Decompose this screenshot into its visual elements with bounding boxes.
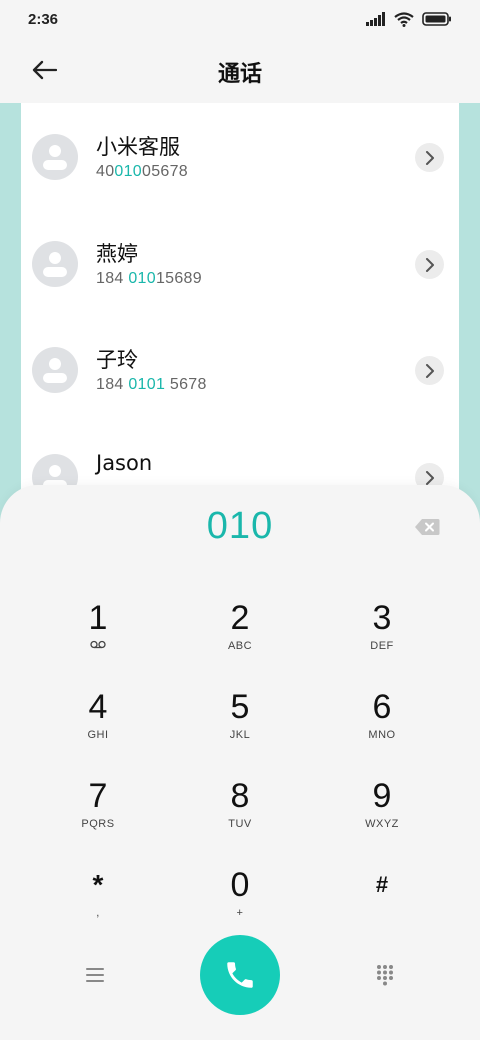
- status-icons: [366, 11, 452, 27]
- key-9[interactable]: 9 WXYZ: [322, 778, 442, 858]
- status-bar: 2:36: [0, 0, 480, 38]
- key-2[interactable]: 2 ABC: [180, 600, 300, 680]
- dialed-number: 010: [206, 505, 274, 547]
- chevron-right-icon: [425, 470, 434, 485]
- key-6[interactable]: 6 MNO: [322, 689, 442, 769]
- contact-name: 子玲: [96, 348, 138, 372]
- contact-row[interactable]: 子玲 184 0101 5678: [21, 316, 459, 423]
- contact-number: 4001005678: [96, 163, 189, 180]
- signal-icon: [366, 12, 385, 26]
- key-5[interactable]: 5 JKL: [180, 689, 300, 769]
- backspace-button[interactable]: [412, 515, 442, 539]
- status-time: 2:36: [28, 10, 59, 28]
- key-8[interactable]: 8 TUV: [180, 778, 300, 858]
- dialpad-toggle-button[interactable]: [370, 960, 400, 990]
- key-star[interactable]: * ,: [38, 867, 158, 947]
- chevron-right-icon: [425, 257, 434, 272]
- contact-detail-button[interactable]: [415, 250, 444, 279]
- header: 通话: [0, 40, 480, 100]
- contact-detail-button[interactable]: [415, 143, 444, 172]
- call-button[interactable]: [200, 935, 280, 1015]
- contact-name: 燕婷: [96, 242, 138, 266]
- contact-detail-button[interactable]: [415, 356, 444, 385]
- key-1[interactable]: 1: [38, 600, 158, 680]
- chevron-right-icon: [425, 363, 434, 378]
- contact-row[interactable]: 小米客服 4001005678: [21, 103, 459, 210]
- chevron-right-icon: [425, 150, 434, 165]
- contact-list: 小米客服 4001005678 燕婷 184 01015689 子玲 184 0…: [21, 103, 459, 523]
- contact-name: Jason: [96, 451, 153, 475]
- menu-icon: [86, 968, 104, 982]
- wifi-icon: [394, 11, 414, 27]
- phone-icon: [227, 962, 253, 988]
- key-7[interactable]: 7 PQRS: [38, 778, 158, 858]
- avatar: [32, 134, 78, 180]
- backspace-icon: [415, 519, 440, 535]
- contact-number: 184 01015689: [96, 270, 202, 287]
- dialpad-icon: [377, 965, 393, 986]
- avatar: [32, 241, 78, 287]
- contact-row[interactable]: 燕婷 184 01015689: [21, 210, 459, 317]
- key-3[interactable]: 3 DEF: [322, 600, 442, 680]
- menu-button[interactable]: [80, 960, 110, 990]
- contact-name: 小米客服: [96, 135, 180, 159]
- battery-icon: [422, 12, 451, 26]
- contact-number: 184 0101 5678: [96, 376, 207, 393]
- voicemail-icon: [90, 640, 106, 649]
- avatar: [32, 347, 78, 393]
- dialpad-panel: 010 1 2 ABC 3 DEF 4 GHI 5 JKL 6 MNO 7 PQ…: [0, 485, 480, 1040]
- key-hash[interactable]: #: [322, 867, 442, 947]
- page-title: 通话: [217, 62, 262, 87]
- key-4[interactable]: 4 GHI: [38, 689, 158, 769]
